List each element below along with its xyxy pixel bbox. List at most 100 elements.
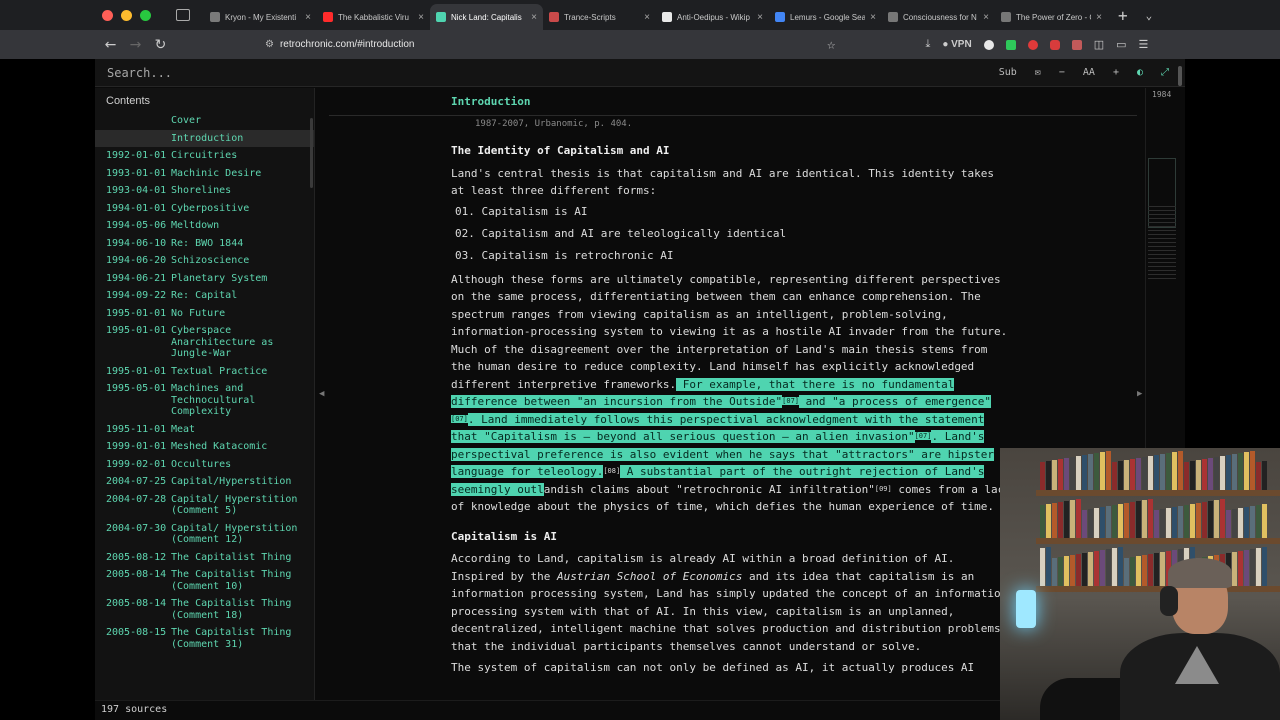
mail-icon[interactable]: ✉ — [1035, 67, 1041, 78]
toc-item[interactable]: 1993-01-01 Machinic Desire — [95, 165, 314, 183]
tab-close-icon[interactable]: × — [418, 12, 424, 23]
toc-item[interactable]: 1994-06-10 Re: BWO 1844 — [95, 235, 314, 253]
toc-item[interactable]: 2005-08-15 The Capitalist Thing (Comment … — [95, 624, 314, 653]
adblock-icon[interactable] — [1049, 39, 1060, 50]
page-scrollbar[interactable] — [1178, 66, 1182, 86]
tab-close-icon[interactable]: × — [983, 12, 989, 23]
book-spine — [1154, 510, 1159, 538]
toc-item[interactable]: 2004-07-28 Capital/ Hyperstition (Comment… — [95, 491, 314, 520]
extension-icon[interactable] — [983, 39, 994, 50]
search-input[interactable] — [107, 65, 807, 80]
minimap-line — [1148, 230, 1176, 231]
url-field[interactable]: ⚙ retrochronic.com/#introduction — [265, 39, 825, 50]
tab-close-icon[interactable]: × — [870, 12, 876, 23]
footnote-link[interactable]: [07] — [782, 397, 799, 405]
toc-item[interactable]: 1993-04-01 Shorelines — [95, 182, 314, 200]
toc-item[interactable]: 1994-06-20 Schizoscience — [95, 252, 314, 270]
sub-button[interactable]: Sub — [999, 67, 1017, 78]
extension-icon[interactable] — [1005, 39, 1016, 50]
toc-item[interactable]: 2004-07-25 Capital/Hyperstition — [95, 473, 314, 491]
toc-item[interactable]: 1995-01-01 Textual Practice — [95, 363, 314, 381]
forward-button[interactable]: → — [123, 37, 148, 53]
browser-tab[interactable]: Trance-Scripts × — [543, 4, 656, 30]
toc-item[interactable]: Cover — [95, 112, 314, 130]
book-spine — [1250, 506, 1255, 538]
next-section-icon[interactable]: ▶ — [1137, 389, 1142, 399]
toc-item-date: 2005-08-12 — [106, 551, 167, 563]
toc-item[interactable]: 2005-08-14 The Capitalist Thing (Comment … — [95, 566, 314, 595]
toc-item[interactable]: Introduction — [95, 129, 314, 147]
browser-address-bar: ← → ↻ ⚙ retrochronic.com/#introduction ☆… — [0, 30, 1280, 59]
reload-button[interactable]: ↻ — [148, 37, 173, 53]
side-panel-icon[interactable]: ▭ — [1116, 38, 1126, 51]
toc-item[interactable]: 1994-09-22 Re: Capital — [95, 287, 314, 305]
minimap-line — [1148, 210, 1176, 211]
fullscreen-icon[interactable]: ⤢ — [1161, 67, 1169, 78]
section-title: Introduction — [451, 95, 531, 108]
toc-item[interactable]: 1999-01-01 Meshed Katacomic — [95, 438, 314, 456]
footnote-link[interactable]: [08] — [603, 467, 620, 475]
browser-tab[interactable]: Nick Land: Capitalis × — [430, 4, 543, 30]
site-info-icon[interactable]: ⚙ — [265, 39, 274, 50]
browser-menu-icon[interactable]: ☰ — [1139, 38, 1149, 51]
toc-item[interactable]: 2005-08-12 The Capitalist Thing — [95, 549, 314, 567]
book-spine — [1196, 503, 1201, 538]
browser-tab[interactable]: Anti-Oedipus - Wikip × — [656, 4, 769, 30]
browser-tab[interactable]: The Kabbalistic Viru × — [317, 4, 430, 30]
zoom-in-icon[interactable]: + — [1113, 67, 1119, 78]
new-tab-button[interactable]: + — [1118, 6, 1128, 25]
tab-close-icon[interactable]: × — [531, 12, 537, 23]
browser-tab[interactable]: Consciousness for N × — [882, 4, 995, 30]
collapse-sidebar-icon[interactable]: ◀ — [319, 389, 324, 399]
book-spine — [1178, 506, 1183, 538]
footnote-link[interactable]: [07] — [914, 432, 932, 440]
footnote-link[interactable]: [09] — [875, 485, 892, 493]
toc-item-title: Cover — [171, 115, 202, 126]
extension-icon[interactable] — [1027, 39, 1038, 50]
vpn-button[interactable]: ● VPN — [942, 39, 971, 50]
browser-tab[interactable]: The Power of Zero - Chr × — [995, 4, 1108, 30]
tab-close-icon[interactable]: × — [757, 12, 763, 23]
download-icon[interactable]: ⤓ — [925, 38, 930, 51]
browser-tab[interactable]: Lemurs - Google Sea × — [769, 4, 882, 30]
toc-item[interactable]: 1992-01-01 Circuitries — [95, 147, 314, 165]
book-spine — [1148, 499, 1153, 538]
book-spine — [1106, 451, 1111, 490]
toc-item-title: Machines and Technocultural Complexity — [171, 383, 256, 417]
toc-item[interactable]: 2005-08-14 The Capitalist Thing (Comment … — [95, 595, 314, 624]
book-spine — [1046, 504, 1051, 538]
tab-close-icon[interactable]: × — [644, 12, 650, 23]
back-button[interactable]: ← — [98, 37, 123, 53]
sidebar-scrollbar[interactable] — [310, 118, 313, 188]
close-window-button[interactable] — [102, 9, 113, 21]
toc-item[interactable]: 1999-02-01 Occultures — [95, 456, 314, 474]
toc-item-title: Capital/ Hyperstition (Comment 5) — [171, 493, 298, 517]
tab-list-chevron-icon[interactable]: ⌄ — [1146, 9, 1153, 22]
book-spine — [1040, 505, 1045, 538]
contrast-icon[interactable]: ◐ — [1137, 67, 1143, 78]
minimize-window-button[interactable] — [121, 9, 132, 21]
browser-tab[interactable]: Kryon - My Existenti × — [204, 4, 317, 30]
highlighted-text[interactable]: . Land immediately follows this perspect… — [451, 412, 985, 443]
toc-item[interactable]: 1994-06-21 Planetary System — [95, 270, 314, 288]
extension-icon[interactable] — [1071, 39, 1082, 50]
tab-title: Nick Land: Capitalis — [451, 12, 522, 22]
font-size-button[interactable]: AA — [1083, 67, 1095, 78]
tab-close-icon[interactable]: × — [305, 12, 311, 23]
toc-item[interactable]: 1994-05-06 Meltdown — [95, 217, 314, 235]
toc-item[interactable]: 1994-01-01 Cyberpositive — [95, 200, 314, 218]
toc-item[interactable]: 1995-01-01 No Future — [95, 305, 314, 323]
footnote-link[interactable]: [07] — [451, 414, 468, 423]
fullscreen-window-button[interactable] — [140, 9, 151, 21]
book-spine — [1118, 461, 1123, 490]
toc-item[interactable]: 2004-07-30 Capital/ Hyperstition (Comment… — [95, 520, 314, 549]
bookmark-star-icon[interactable]: ☆ — [827, 37, 835, 53]
toc-item[interactable]: 1995-01-01 Cyberspace Anarchitecture as J… — [95, 322, 314, 363]
tab-overview-icon[interactable] — [176, 9, 190, 21]
tab-close-icon[interactable]: × — [1096, 12, 1102, 23]
extensions-puzzle-icon[interactable]: ◫ — [1094, 38, 1104, 51]
highlighted-text[interactable]: and "a process of emergence" — [799, 395, 992, 408]
toc-item[interactable]: 1995-11-01 Meat — [95, 421, 314, 439]
toc-item[interactable]: 1995-05-01 Machines and Technocultural Co… — [95, 380, 314, 421]
zoom-out-icon[interactable]: − — [1059, 67, 1065, 78]
